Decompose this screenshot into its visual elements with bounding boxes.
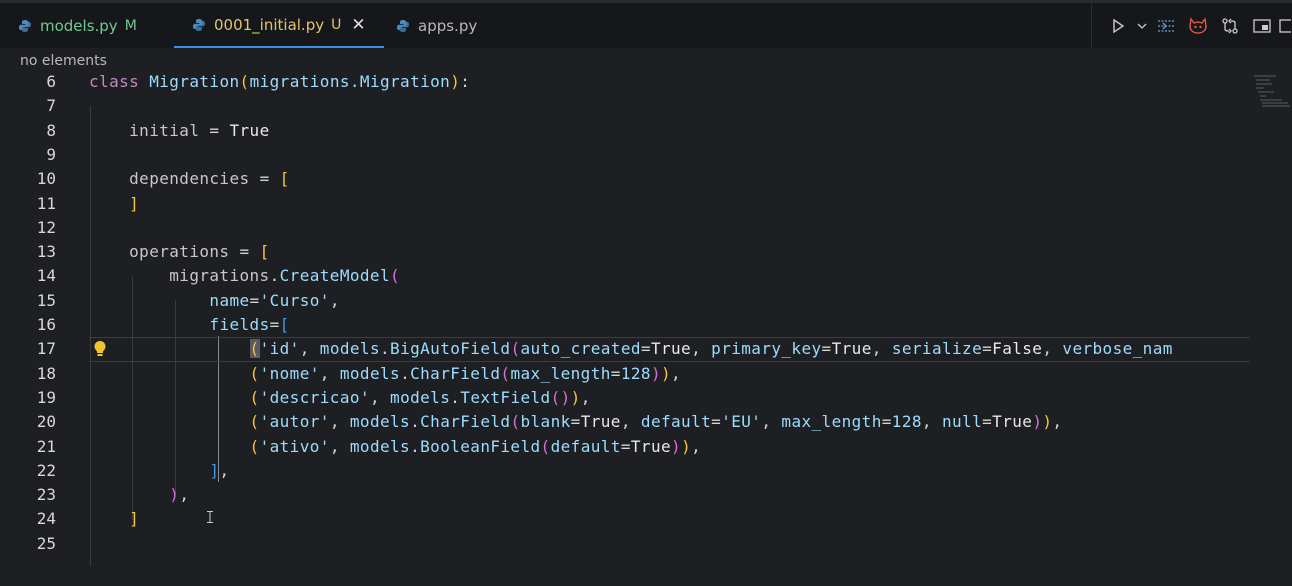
line-number: 25 [36, 533, 56, 553]
sequence-icon[interactable] [1150, 3, 1182, 48]
editor-toolbar [1091, 3, 1292, 48]
chevron-down-icon[interactable] [1134, 3, 1150, 48]
code-line: 16 fields=[ [0, 313, 1250, 337]
layout-icon[interactable] [1246, 3, 1278, 48]
line-number: 24 [36, 509, 56, 529]
python-file-icon [396, 19, 410, 33]
python-file-icon [18, 19, 32, 33]
tab-label: apps.py [418, 16, 478, 35]
code-line: 12 [0, 216, 1250, 240]
line-number: 18 [36, 363, 56, 383]
line-number: 19 [36, 387, 56, 407]
code-text: dependencies = [ [129, 169, 290, 189]
copilot-icon[interactable] [1182, 3, 1214, 48]
close-icon[interactable]: ✕ [351, 15, 365, 35]
run-icon[interactable] [1102, 3, 1134, 48]
breadcrumb[interactable]: no elements [20, 53, 107, 69]
line-number: 13 [36, 242, 56, 262]
line-number: 16 [36, 315, 56, 334]
compare-changes-icon[interactable] [1214, 3, 1246, 48]
code-line: 11 ] [0, 192, 1250, 216]
code-text: operations = [ [129, 242, 270, 262]
tab-models-py[interactable]: models.py M [18, 3, 137, 48]
code-text: ('ativo', models.BooleanField(default=Tr… [249, 436, 702, 456]
code-line: 9 [0, 143, 1250, 167]
line-number: 9 [46, 144, 56, 164]
line-number: 10 [36, 169, 56, 189]
tab-label: 0001_initial.py [214, 15, 325, 34]
line-number: 23 [36, 485, 56, 505]
tab-0001-initial-py[interactable]: 0001_initial.py U ✕ [174, 3, 384, 48]
code-line: 20 ('autor', models.CharField(blank=True… [0, 410, 1250, 434]
code-line: 23 ), [0, 483, 1250, 507]
minimap[interactable] [1252, 72, 1292, 112]
code-text: ('autor', models.CharField(blank=True, d… [249, 412, 1063, 432]
code-line: 6 class Migration(migrations.Migration): [0, 70, 1250, 94]
code-text: migrations.CreateModel( [169, 266, 401, 286]
code-line: 21 ('ativo', models.BooleanField(default… [0, 435, 1250, 459]
code-line: 8 initial = True [0, 119, 1250, 143]
code-line: 19 ('descricao', models.TextField()), [0, 386, 1250, 410]
code-line: 25 [0, 532, 1250, 556]
git-status-badge: U [331, 16, 342, 33]
code-text: ] [129, 509, 140, 529]
tab-apps-py[interactable]: apps.py [396, 3, 477, 48]
line-number: 7 [46, 96, 56, 116]
code-text: class Migration(migrations.Migration): [89, 72, 471, 91]
line-number: 20 [36, 412, 56, 432]
code-line: 17 ('id', models.BigAutoField(auto_creat… [0, 337, 1250, 361]
code-text: ], [209, 460, 230, 480]
git-status-badge: M [124, 17, 137, 34]
line-number: 8 [46, 120, 56, 140]
split-editor-icon[interactable] [1278, 3, 1292, 48]
line-number: 6 [46, 72, 56, 91]
code-text: ] [129, 193, 140, 213]
code-text: ), [169, 485, 190, 505]
code-text: ('id', models.BigAutoField(auto_created=… [249, 339, 1173, 359]
line-number: 15 [36, 290, 56, 310]
code-text: ('descricao', models.TextField()), [249, 387, 591, 407]
line-number: 11 [36, 193, 56, 213]
mouse-ibeam-icon [207, 508, 213, 523]
line-number: 14 [36, 266, 56, 286]
code-text: ('nome', models.CharField(max_length=128… [249, 363, 682, 383]
code-line: 14 migrations.CreateModel( [0, 264, 1250, 288]
python-file-icon [192, 18, 206, 32]
code-line: 13 operations = [ [0, 240, 1250, 264]
code-line: 18 ('nome', models.CharField(max_length=… [0, 362, 1250, 386]
code-line: 22 ], [0, 459, 1250, 483]
code-text: name='Curso', [209, 290, 340, 310]
line-number: 17 [36, 339, 56, 359]
code-line: 15 name='Curso', [0, 289, 1250, 313]
code-line: 10 dependencies = [ [0, 167, 1250, 191]
code-line: 24 ] [0, 507, 1250, 531]
code-line: 7 [0, 94, 1250, 118]
tab-bar: models.py M 0001_initial.py U ✕ apps.py [0, 0, 1292, 48]
code-text: initial = True [129, 120, 270, 140]
code-editor[interactable]: 6 class Migration(migrations.Migration):… [0, 70, 1292, 586]
tab-label: models.py [40, 16, 118, 35]
line-number: 21 [36, 436, 56, 456]
line-number: 22 [36, 460, 56, 480]
code-text: fields=[ [209, 315, 290, 334]
line-number: 12 [36, 217, 56, 237]
